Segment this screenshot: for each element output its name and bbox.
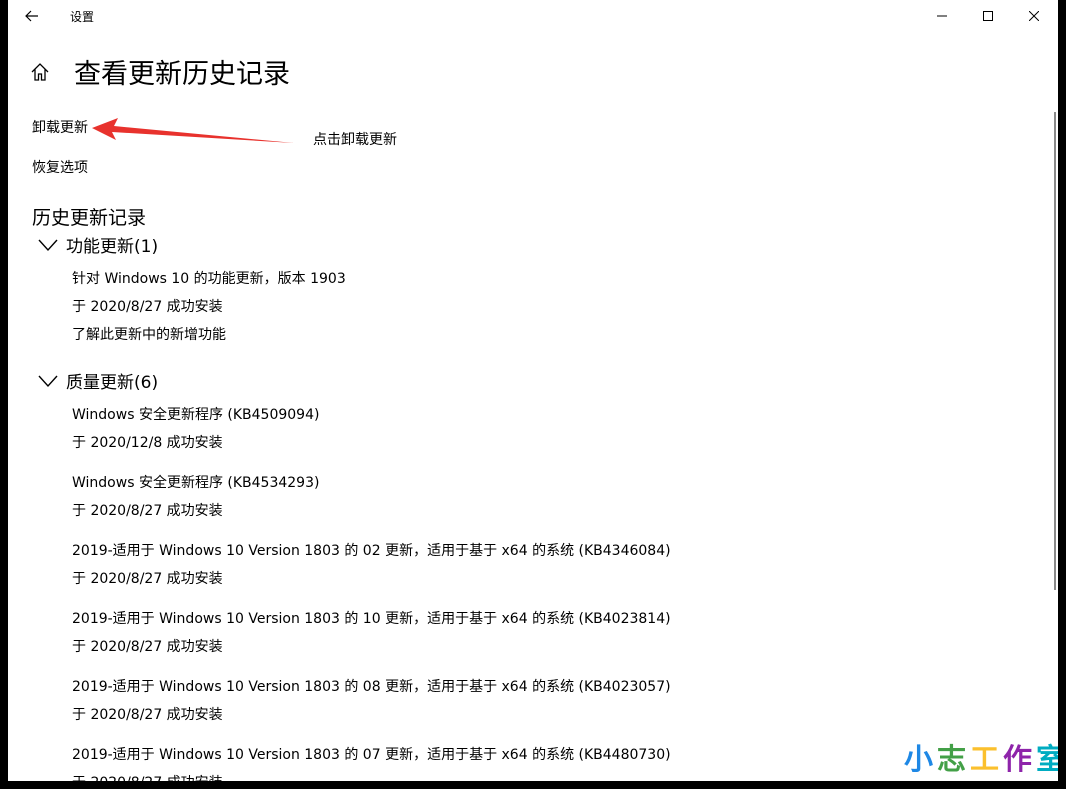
update-name[interactable]: 2019-适用于 Windows 10 Version 1803 的 10 更新… [72,608,671,628]
minimize-button[interactable] [919,0,965,32]
watermark: 小志工作室 [904,736,1058,778]
chevron-down-icon [38,375,58,387]
update-status: 于 2020/8/27 成功安装 [72,639,223,655]
feature-updates-label: 功能更新(1) [66,237,159,257]
scrollbar[interactable] [1054,112,1056,590]
back-arrow-icon [25,10,38,22]
update-name[interactable]: 针对 Windows 10 的功能更新，版本 1903 [72,268,346,288]
feature-updates-group-header[interactable]: 功能更新(1) [38,232,158,257]
update-name[interactable]: 2019-适用于 Windows 10 Version 1803 的 08 更新… [72,676,671,696]
settings-window: 设置 查看更新历史记录 卸载更新 恢复选项 点击卸载更新 历史更新记录 功能更新… [8,0,1058,781]
watermark-char: 工 [970,742,1004,776]
page-title: 查看更新历史记录 [74,59,290,90]
update-name[interactable]: Windows 安全更新程序 (KB4534293) [72,472,319,492]
uninstall-updates-link[interactable]: 卸载更新 [32,117,88,137]
home-button[interactable] [30,62,52,84]
quality-updates-group-header[interactable]: 质量更新(6) [38,368,158,393]
annotation-arrow [92,118,294,143]
watermark-char: 小 [904,742,938,776]
close-icon [1029,11,1039,21]
history-section-title: 历史更新记录 [32,207,147,229]
maximize-icon [983,11,993,21]
update-status: 于 2020/8/27 成功安装 [72,299,223,315]
home-icon [31,63,49,81]
watermark-char: 志 [937,742,971,776]
learn-new-features-link[interactable]: 了解此更新中的新增功能 [72,324,226,344]
update-status: 于 2020/12/8 成功安装 [72,435,223,451]
watermark-char: 室 [1036,742,1058,776]
close-button[interactable] [1011,0,1057,32]
recovery-options-link[interactable]: 恢复选项 [32,157,88,177]
minimize-icon [937,15,947,17]
window-title: 设置 [70,10,95,24]
update-status: 于 2020/8/27 成功安装 [72,707,223,723]
maximize-button[interactable] [965,0,1011,32]
annotation-text: 点击卸载更新 [313,132,397,148]
chevron-down-icon [38,239,58,251]
update-name[interactable]: 2019-适用于 Windows 10 Version 1803 的 02 更新… [72,540,671,560]
quality-updates-label: 质量更新(6) [66,373,159,393]
title-bar: 设置 [8,0,1058,32]
back-button[interactable] [20,4,44,28]
update-status: 于 2020/8/27 成功安装 [72,503,223,519]
watermark-char: 作 [1003,742,1037,776]
update-name[interactable]: 2019-适用于 Windows 10 Version 1803 的 07 更新… [72,744,671,764]
update-status: 于 2020/8/27 成功安装 [72,571,223,587]
update-name[interactable]: Windows 安全更新程序 (KB4509094) [72,404,319,424]
update-status: 于 2020/8/27 成功安装 [72,772,223,781]
